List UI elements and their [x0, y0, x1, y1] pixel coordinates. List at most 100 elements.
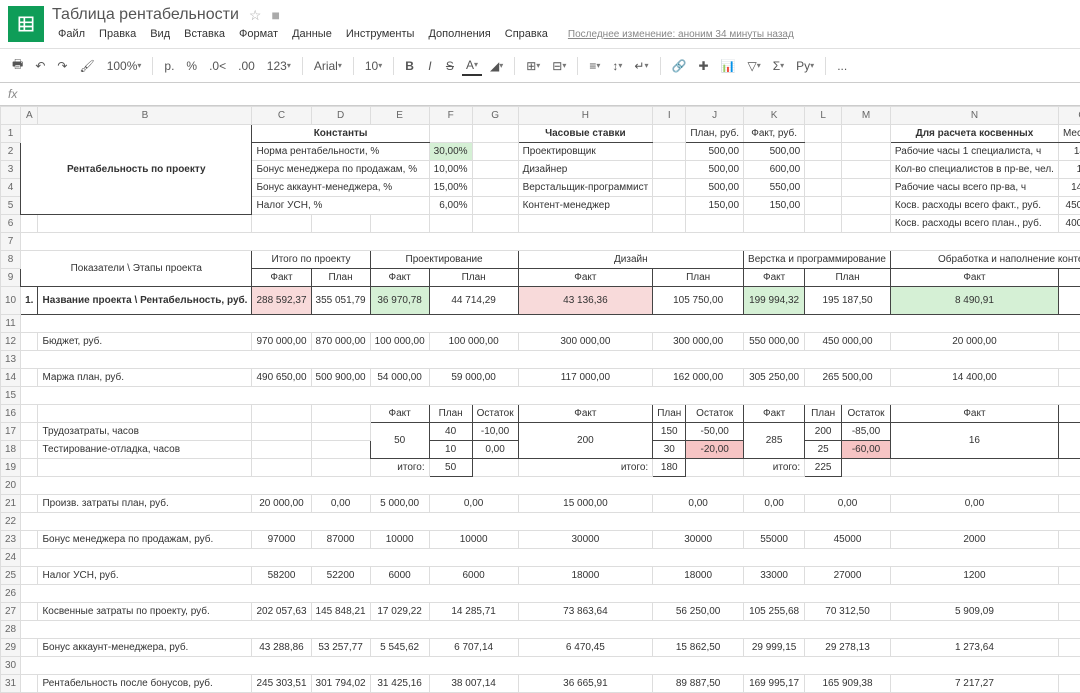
cell[interactable]: 285: [744, 423, 805, 459]
cell[interactable]: -85,00: [842, 423, 891, 441]
col-E[interactable]: E: [370, 107, 429, 125]
cell[interactable]: 16: [890, 423, 1058, 459]
row-26[interactable]: 26: [1, 585, 1080, 603]
col-B[interactable]: B: [38, 107, 252, 125]
cell[interactable]: 30: [653, 441, 686, 459]
cell[interactable]: 15 000,00: [518, 495, 653, 513]
menu-view[interactable]: Вид: [144, 26, 176, 42]
cell[interactable]: 10000: [370, 531, 429, 549]
link-icon[interactable]: 🔗: [668, 57, 691, 75]
row-num[interactable]: 24: [1, 549, 21, 567]
row-num[interactable]: 13: [1, 351, 21, 369]
cell[interactable]: 6000: [370, 567, 429, 585]
cell[interactable]: План: [1058, 405, 1080, 423]
row-17[interactable]: 17 Трудозатраты, часов 50 40 -10,00 200 …: [1, 423, 1080, 441]
cell[interactable]: 18000: [653, 567, 744, 585]
bold-button[interactable]: B: [401, 57, 418, 75]
cell[interactable]: Остаток: [472, 405, 518, 423]
cell[interactable]: 0,00: [653, 495, 744, 513]
cell[interactable]: 10: [429, 441, 472, 459]
rates-plan-h[interactable]: План, руб.: [686, 125, 744, 143]
col-D[interactable]: D: [311, 107, 370, 125]
cell[interactable]: 33000: [744, 567, 805, 585]
rates-header[interactable]: Часовые ставки: [518, 125, 653, 143]
cell[interactable]: 1200: [890, 567, 1058, 585]
row-15[interactable]: 15: [1, 387, 1080, 405]
row-num[interactable]: 1: [1, 125, 21, 143]
cell[interactable]: 180: [653, 459, 686, 477]
row-22[interactable]: 22: [1, 513, 1080, 531]
cell[interactable]: 550,00: [744, 179, 805, 197]
cell[interactable]: 29 999,15: [744, 639, 805, 657]
wrap-icon[interactable]: ↵: [630, 57, 652, 75]
cell[interactable]: План: [311, 269, 370, 287]
dec-increase-icon[interactable]: .00: [234, 57, 259, 75]
section-coding[interactable]: Верстка и программирование: [744, 251, 891, 269]
metric-label[interactable]: Налог УСН, руб.: [38, 567, 252, 585]
row-num[interactable]: 19: [1, 459, 21, 477]
row-num[interactable]: 31: [1, 675, 21, 693]
v-align-icon[interactable]: ↕: [608, 57, 626, 75]
cell[interactable]: 8 490,91: [890, 287, 1058, 315]
cell[interactable]: 59 000,00: [429, 369, 518, 387]
zoom-select[interactable]: 100%: [103, 57, 146, 75]
metric-label[interactable]: Тестирование-отладка, часов: [38, 441, 252, 459]
cell[interactable]: 27000: [805, 567, 891, 585]
cell[interactable]: 5 000,00: [1058, 603, 1080, 621]
cell[interactable]: Факт: [744, 405, 805, 423]
col-F[interactable]: F: [429, 107, 472, 125]
const-label[interactable]: Налог УСН, %: [252, 197, 429, 215]
cell[interactable]: 300 000,00: [653, 333, 744, 351]
cell[interactable]: План: [805, 269, 891, 287]
cell[interactable]: 6000: [429, 567, 518, 585]
cell[interactable]: 245 303,51: [252, 675, 311, 693]
font-select[interactable]: Arial: [310, 57, 346, 75]
row-29[interactable]: 29 Бонус аккаунт-менеджера, руб. 43 288,…: [1, 639, 1080, 657]
cell[interactable]: Факт: [370, 405, 429, 423]
menu-help[interactable]: Справка: [499, 26, 554, 42]
cell[interactable]: Факт: [518, 405, 653, 423]
cell[interactable]: 54 000,00: [370, 369, 429, 387]
metric-label[interactable]: Произв. затраты план, руб.: [38, 495, 252, 513]
row-1[interactable]: 1 Рентабельность по проекту Константы Ча…: [1, 125, 1080, 143]
row-num[interactable]: 8: [1, 251, 21, 269]
cell[interactable]: 1 273,64: [890, 639, 1058, 657]
doc-name[interactable]: Таблица рентабельности: [52, 6, 239, 24]
rate-label[interactable]: Дизайнер: [518, 161, 653, 179]
cell[interactable]: 14 285,71: [429, 603, 518, 621]
const-label[interactable]: Норма рентабельности, %: [252, 143, 429, 161]
col-M[interactable]: M: [842, 107, 891, 125]
cell[interactable]: 162 000,00: [653, 369, 744, 387]
cell[interactable]: 169 995,17: [744, 675, 805, 693]
row-14[interactable]: 14 Маржа план, руб. 490 650,00 500 900,0…: [1, 369, 1080, 387]
cell[interactable]: 117 000,00: [518, 369, 653, 387]
rate-label[interactable]: Верстальщик-программист: [518, 179, 653, 197]
merge-icon[interactable]: ⊟: [548, 57, 570, 75]
cell[interactable]: 10000: [429, 531, 518, 549]
cell[interactable]: 14 400,00: [1058, 369, 1080, 387]
section-design[interactable]: Дизайн: [518, 251, 743, 269]
last-edit[interactable]: Последнее изменение: аноним 34 минуты на…: [562, 27, 800, 42]
cell[interactable]: -60,00: [842, 441, 891, 459]
cell[interactable]: 20 000,00: [252, 495, 311, 513]
cell[interactable]: 50: [429, 459, 472, 477]
col-G[interactable]: G: [472, 107, 518, 125]
cell[interactable]: 400000: [1058, 215, 1080, 233]
cell[interactable]: -20,00: [686, 441, 744, 459]
chart-icon[interactable]: 📊: [717, 57, 740, 75]
cell[interactable]: 9 400,00: [1058, 287, 1080, 315]
row-20[interactable]: 20: [1, 477, 1080, 495]
cell[interactable]: План: [805, 405, 842, 423]
col-K[interactable]: K: [744, 107, 805, 125]
cell[interactable]: 14 400,00: [890, 369, 1058, 387]
col-N[interactable]: N: [890, 107, 1058, 125]
row-31[interactable]: 31 Рентабельность после бонусов, руб. 24…: [1, 675, 1080, 693]
section-content[interactable]: Обработка и наполнение контентом: [890, 251, 1080, 269]
strike-button[interactable]: S: [442, 57, 458, 75]
cell[interactable]: 1 410,00: [1058, 639, 1080, 657]
dec-decrease-icon[interactable]: .0<: [205, 57, 230, 75]
cell[interactable]: Факт: [370, 269, 429, 287]
filter-icon[interactable]: ▽: [743, 57, 764, 75]
metric-label[interactable]: Бонус менеджера по продажам, руб.: [38, 531, 252, 549]
cell[interactable]: 5 000,00: [370, 495, 429, 513]
